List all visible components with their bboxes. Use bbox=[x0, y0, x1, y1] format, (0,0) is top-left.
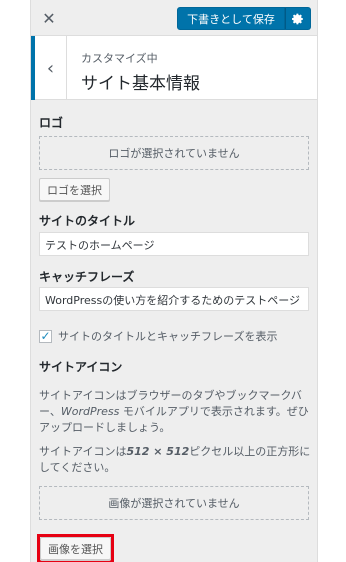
section-title: サイト基本情報 bbox=[81, 74, 200, 94]
site-icon-desc-wordpress: WordPress bbox=[60, 405, 120, 418]
chevron-left-icon[interactable]: ‹ bbox=[31, 36, 67, 100]
select-logo-button[interactable]: ロゴを選択 bbox=[39, 178, 110, 201]
section-header: ‹ カスタマイズ中 サイト基本情報 bbox=[31, 36, 317, 100]
display-title-tagline-row[interactable]: ✓ サイトのタイトルとキャッチフレーズを表示 bbox=[39, 328, 277, 344]
size-note-dimensions: 512 × 512 bbox=[126, 445, 190, 458]
customizing-label: カスタマイズ中 bbox=[81, 52, 158, 65]
site-icon-size-note: サイトアイコンは512 × 512ピクセル以上の正方形にしてください。 bbox=[39, 444, 311, 476]
site-icon-label: サイトアイコン bbox=[39, 360, 123, 374]
tagline-input[interactable]: WordPressの使い方を紹介するためのテストページ bbox=[39, 287, 309, 311]
gear-icon[interactable] bbox=[285, 7, 311, 30]
customizer-panel: ✕ 下書きとして保存 ‹ カスタマイズ中 サイト基本情報 ロゴ ロゴが選択されて… bbox=[30, 0, 318, 562]
tagline-label: キャッチフレーズ bbox=[39, 270, 135, 284]
display-title-tagline-checkbox[interactable]: ✓ bbox=[39, 329, 52, 343]
size-note-part: サイトアイコンは bbox=[39, 445, 127, 458]
close-icon[interactable]: ✕ bbox=[31, 0, 67, 36]
site-title-label: サイトのタイトル bbox=[39, 214, 136, 228]
site-title-input[interactable]: テストのホームページ bbox=[39, 232, 309, 256]
display-title-tagline-label: サイトのタイトルとキャッチフレーズを表示 bbox=[58, 330, 278, 343]
site-icon-placeholder: 画像が選択されていません bbox=[39, 486, 309, 520]
logo-label: ロゴ bbox=[39, 116, 64, 130]
select-image-button[interactable]: 画像を選択 bbox=[40, 537, 111, 560]
customizer-header: ✕ 下書きとして保存 bbox=[31, 0, 317, 36]
save-draft-button[interactable]: 下書きとして保存 bbox=[177, 7, 285, 30]
site-icon-description: サイトアイコンはブラウザーのタブやブックマークバー、WordPress モバイル… bbox=[39, 388, 311, 436]
select-image-highlight: 画像を選択 bbox=[37, 534, 114, 562]
logo-placeholder: ロゴが選択されていません bbox=[39, 136, 309, 170]
